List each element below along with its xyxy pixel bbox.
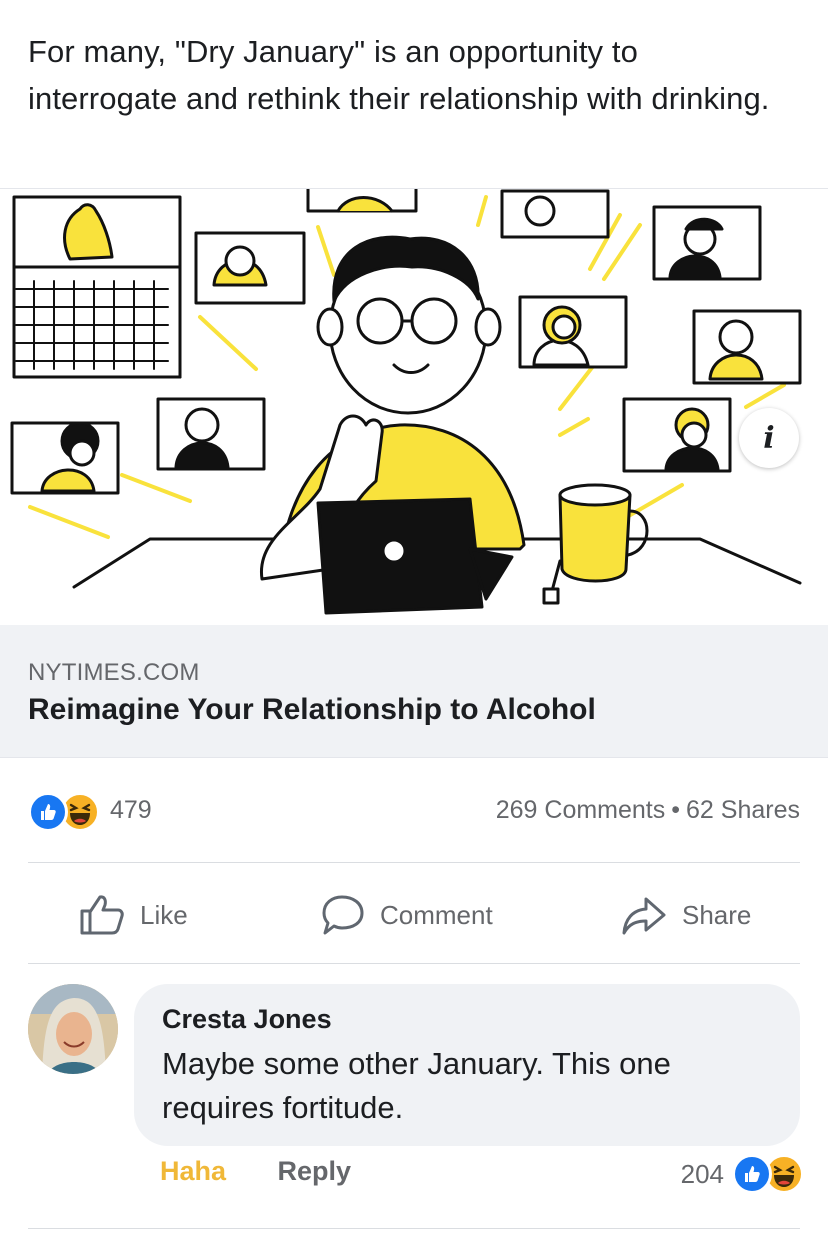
share-arrow-icon: [622, 897, 666, 935]
comment-reaction-count: 204: [680, 1158, 724, 1189]
comment-bubble-icon: [322, 895, 364, 935]
reaction-count[interactable]: 479: [110, 796, 152, 825]
haha-reaction-button[interactable]: Haha: [160, 1156, 226, 1186]
comment-label: Comment: [380, 899, 493, 930]
post-text: For many, "Dry January" is an opportunit…: [28, 34, 770, 116]
comment-button[interactable]: Comment: [318, 890, 493, 940]
article-illustration[interactable]: i: [0, 188, 828, 625]
share-button[interactable]: Share: [620, 890, 751, 940]
comments-count[interactable]: 269 Comments: [496, 796, 666, 824]
illustration-svg: [10, 189, 802, 615]
comment-actions: Haha Reply: [160, 1156, 351, 1187]
comment-item: Cresta Jones Maybe some other January. T…: [0, 980, 828, 1210]
stats-separator: •: [671, 796, 681, 824]
link-domain: NYTIMES.COM: [28, 659, 200, 686]
like-button[interactable]: Like: [78, 890, 188, 940]
link-preview-meta[interactable]: NYTIMES.COM Reimagine Your Relationship …: [0, 625, 828, 758]
share-label: Share: [682, 899, 752, 930]
post-actions: Like Comment Share: [0, 866, 828, 962]
comment-reactions[interactable]: 204: [681, 1154, 804, 1194]
like-icon: [28, 792, 68, 832]
comment-author[interactable]: Cresta Jones: [162, 1002, 772, 1036]
reaction-icons[interactable]: [28, 792, 104, 832]
divider: [28, 862, 800, 863]
divider: [28, 1228, 800, 1229]
like-icon: [732, 1154, 772, 1194]
comment-bubble: Cresta Jones Maybe some other January. T…: [134, 984, 800, 1146]
like-label: Like: [140, 899, 188, 930]
avatar[interactable]: [28, 984, 118, 1074]
post-stats: 269 Comments • 62 Shares: [496, 796, 800, 825]
reply-button[interactable]: Reply: [278, 1156, 352, 1186]
divider: [28, 963, 800, 964]
thumbs-up-icon: [80, 895, 124, 935]
link-title[interactable]: Reimagine Your Relationship to Alcohol: [28, 693, 596, 727]
reactions-bar: 479 269 Comments • 62 Shares: [0, 784, 828, 840]
info-icon[interactable]: i: [739, 408, 799, 468]
comment-text: Maybe some other January. This one requi…: [162, 1046, 671, 1125]
shares-count[interactable]: 62 Shares: [686, 796, 800, 824]
